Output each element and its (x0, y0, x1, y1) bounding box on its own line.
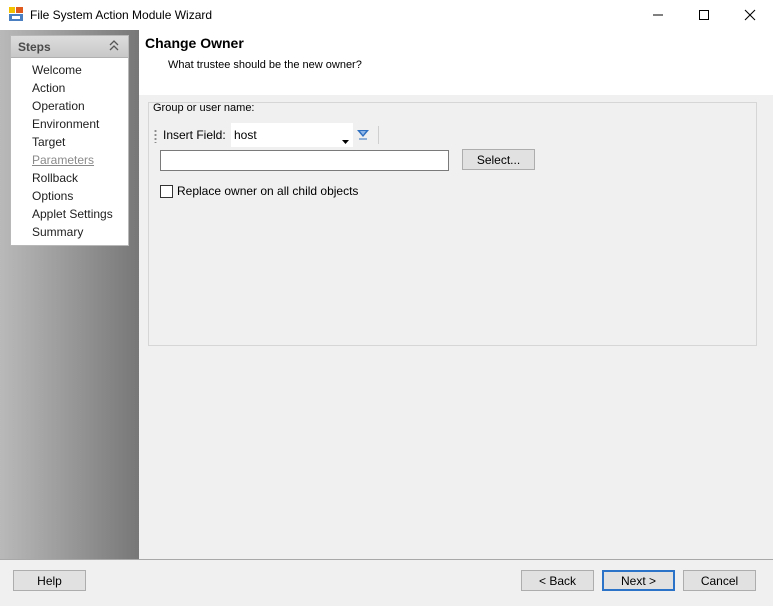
owner-group-box: Group or user name: Insert Field: host S… (148, 102, 757, 346)
cancel-button[interactable]: Cancel (683, 570, 756, 591)
steps-header[interactable]: Steps (11, 36, 128, 58)
toolbar-grip-icon[interactable] (154, 129, 157, 143)
back-button[interactable]: < Back (521, 570, 594, 591)
owner-name-input[interactable] (160, 150, 449, 171)
step-target[interactable]: Target (11, 133, 128, 151)
step-applet-settings[interactable]: Applet Settings (11, 205, 128, 223)
insert-field-combo[interactable]: host (231, 123, 353, 147)
page-header: Change Owner What trustee should be the … (139, 30, 773, 95)
collapse-chevrons-icon[interactable] (109, 40, 119, 55)
steps-panel: Steps Welcome Action Operation Environme… (10, 35, 129, 246)
close-icon (744, 9, 756, 21)
step-operation[interactable]: Operation (11, 97, 128, 115)
group-label: Group or user name: (153, 102, 255, 114)
page-title: Change Owner (145, 35, 244, 51)
dropdown-arrow-icon[interactable] (342, 133, 349, 147)
steps-pane: Steps Welcome Action Operation Environme… (0, 30, 139, 559)
step-action[interactable]: Action (11, 79, 128, 97)
page-subtitle: What trustee should be the new owner? (168, 59, 362, 71)
next-button[interactable]: Next > (602, 570, 675, 591)
maximize-icon (699, 10, 709, 20)
steps-list: Welcome Action Operation Environment Tar… (11, 58, 128, 241)
insert-field-value: host (234, 128, 257, 142)
select-button[interactable]: Select... (462, 149, 535, 170)
toolbar-separator (378, 126, 379, 144)
maximize-button[interactable] (681, 0, 727, 30)
replace-owner-checkbox[interactable] (160, 185, 173, 198)
step-options[interactable]: Options (11, 187, 128, 205)
steps-title: Steps (18, 40, 51, 54)
main-content: Change Owner What trustee should be the … (139, 30, 773, 559)
step-summary[interactable]: Summary (11, 223, 128, 241)
replace-owner-label[interactable]: Replace owner on all child objects (177, 184, 358, 198)
step-parameters[interactable]: Parameters (11, 151, 128, 169)
title-bar: File System Action Module Wizard (0, 0, 773, 30)
close-button[interactable] (727, 0, 773, 30)
step-rollback[interactable]: Rollback (11, 169, 128, 187)
minimize-button[interactable] (635, 0, 681, 30)
help-button[interactable]: Help (13, 570, 86, 591)
insert-field-icon[interactable] (356, 128, 370, 143)
insert-field-label: Insert Field: (163, 128, 226, 142)
wizard-footer: Help < Back Next > Cancel (0, 559, 773, 606)
window-title: File System Action Module Wizard (30, 8, 213, 22)
step-welcome[interactable]: Welcome (11, 61, 128, 79)
wizard-app-icon (9, 7, 23, 21)
step-environment[interactable]: Environment (11, 115, 128, 133)
minimize-icon (653, 14, 663, 16)
